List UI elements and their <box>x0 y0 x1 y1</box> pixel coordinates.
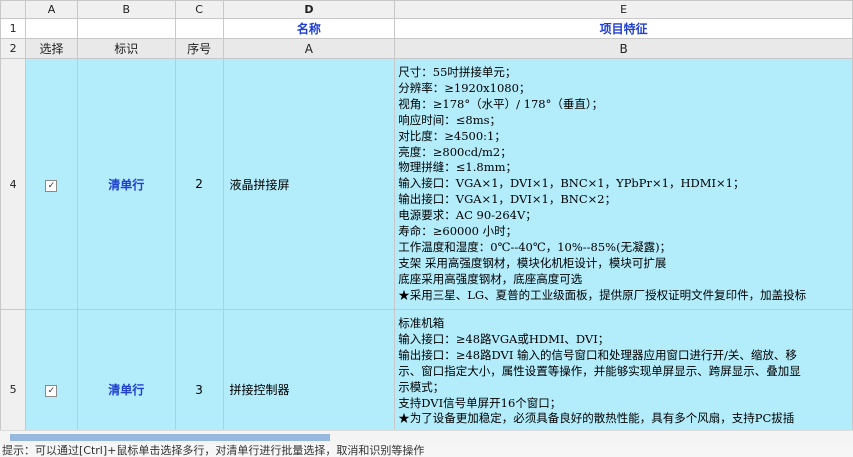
feature-line: 视角：≥178°（水平）/ 178°（垂直）； <box>398 96 604 111</box>
table-row[interactable]: 4 ✓ 清单行 2 液晶拼接屏 尺寸：55吋拼接单元； 分辨率：≥1920x108… <box>0 58 853 310</box>
feature-line: 示、窗口指定大小，属性设置等操作，并能够实现单屏显示、跨屏显示、叠加显 <box>398 363 801 378</box>
cell[interactable] <box>174 18 224 39</box>
feature-line: 输入接口：≥48路VGA或HDMI、DVI； <box>398 331 610 346</box>
name-header[interactable]: 名称 <box>222 18 396 39</box>
feature-line: ★采用三星、LG、夏普的工业级面板，提供原厂授权证明文件复印件，加盖投标 <box>398 287 807 302</box>
header-row-1: 1 名称 项目特征 <box>0 18 853 39</box>
feature-line: 示模式； <box>398 379 445 394</box>
horizontal-scrollbar[interactable] <box>0 430 853 444</box>
select-header[interactable]: 选择 <box>25 38 78 59</box>
feature-line: 电源要求：AC 90-264V； <box>398 208 537 223</box>
checkbox[interactable]: ✓ <box>45 385 58 397</box>
feature-sub-header[interactable]: B <box>394 38 853 59</box>
select-cell[interactable]: ✓ <box>25 58 78 310</box>
table-row[interactable]: 5 ✓ 清单行 3 拼接控制器 标准机箱 输入接口：≥48路VGA或HDMI、DV… <box>0 309 853 430</box>
seq-cell[interactable]: 2 <box>174 58 224 310</box>
seq-cell[interactable]: 3 <box>174 309 224 430</box>
feature-line: 输出接口：VGA×1，DVI×1，BNC×2； <box>398 192 617 207</box>
seq-header[interactable]: 序号 <box>174 38 224 59</box>
name-sub-header[interactable]: A <box>222 38 396 59</box>
cell[interactable] <box>76 18 176 39</box>
feature-line: 支持DVI信号单屏开16个窗口； <box>398 395 562 410</box>
tag-cell[interactable]: 清单行 <box>76 309 176 430</box>
select-cell[interactable]: ✓ <box>25 309 78 430</box>
name-cell[interactable]: 拼接控制器 <box>222 309 396 430</box>
header-row-2: 2 选择 标识 序号 A B <box>0 38 853 59</box>
feature-line: 尺寸：55吋拼接单元； <box>398 65 517 79</box>
cell[interactable] <box>25 18 78 39</box>
row-number[interactable]: 4 <box>0 58 27 310</box>
feature-line: 响应时间：≤8ms； <box>398 112 502 127</box>
feature-line: 标准机箱 <box>398 316 445 330</box>
feature-line: 底座采用高强度钢材，底座高度可选 <box>398 271 583 286</box>
feature-line: 亮度：≥800cd/m2； <box>398 144 512 159</box>
tag-cell[interactable]: 清单行 <box>76 58 176 310</box>
column-header-e[interactable]: E <box>394 0 853 19</box>
feature-header[interactable]: 项目特征 <box>394 18 853 39</box>
column-header-d[interactable]: D <box>222 0 396 19</box>
column-header-a[interactable]: A <box>25 0 78 19</box>
feature-line: 物理拼缝：≤1.8mm； <box>398 160 517 175</box>
scrollbar-thumb[interactable] <box>10 434 330 441</box>
feature-cell[interactable]: 标准机箱 输入接口：≥48路VGA或HDMI、DVI； 输出接口：≥48路DVI 输… <box>394 309 853 430</box>
feature-line: 工作温度和湿度：0℃--40℃，10%--85%(无凝露)； <box>398 239 672 254</box>
column-header-c[interactable]: C <box>174 0 224 19</box>
column-header-b[interactable]: B <box>76 0 176 19</box>
row-number[interactable]: 1 <box>0 18 27 39</box>
name-cell[interactable]: 液晶拼接屏 <box>222 58 396 310</box>
column-header-row: A B C D E <box>0 0 853 19</box>
status-text: 提示：可以通过[Ctrl]+鼠标单击选择多行，对清单行进行批量选择，取消和识别等… <box>2 444 425 457</box>
feature-line: 输入接口：VGA×1，DVI×1，BNC×1，YPbPr×1，HDMI×1； <box>398 176 745 191</box>
status-bar: 提示：可以通过[Ctrl]+鼠标单击选择多行，对清单行进行批量选择，取消和识别等… <box>0 444 853 457</box>
spreadsheet-grid: A B C D E 1 名称 项目特征 2 选择 标识 序号 A B 4 ✓ 清… <box>0 0 853 430</box>
feature-line: ★为了设备更加稳定，必须具备良好的散热性能，具有多个风扇，支持PC拔插 <box>398 411 795 426</box>
feature-line: 分辨率：≥1920x1080； <box>398 80 531 95</box>
tag-header[interactable]: 标识 <box>76 38 176 59</box>
row-number[interactable]: 5 <box>0 309 27 430</box>
feature-cell[interactable]: 尺寸：55吋拼接单元； 分辨率：≥1920x1080； 视角：≥178°（水平）/ … <box>394 58 853 310</box>
feature-line: 支架 采用高强度钢材，模块化机柜设计，模块可扩展 <box>398 255 667 270</box>
checkbox[interactable]: ✓ <box>45 179 58 192</box>
feature-line: 寿命：≥60000 小时； <box>398 224 518 239</box>
select-all-corner[interactable] <box>0 0 27 19</box>
feature-line: 对比度：≥4500:1； <box>398 128 506 143</box>
feature-line: 输出接口：≥48路DVI 输入的信号窗口和处理器应用窗口进行开/关、缩放、移 <box>398 347 797 362</box>
row-number[interactable]: 2 <box>0 38 27 59</box>
